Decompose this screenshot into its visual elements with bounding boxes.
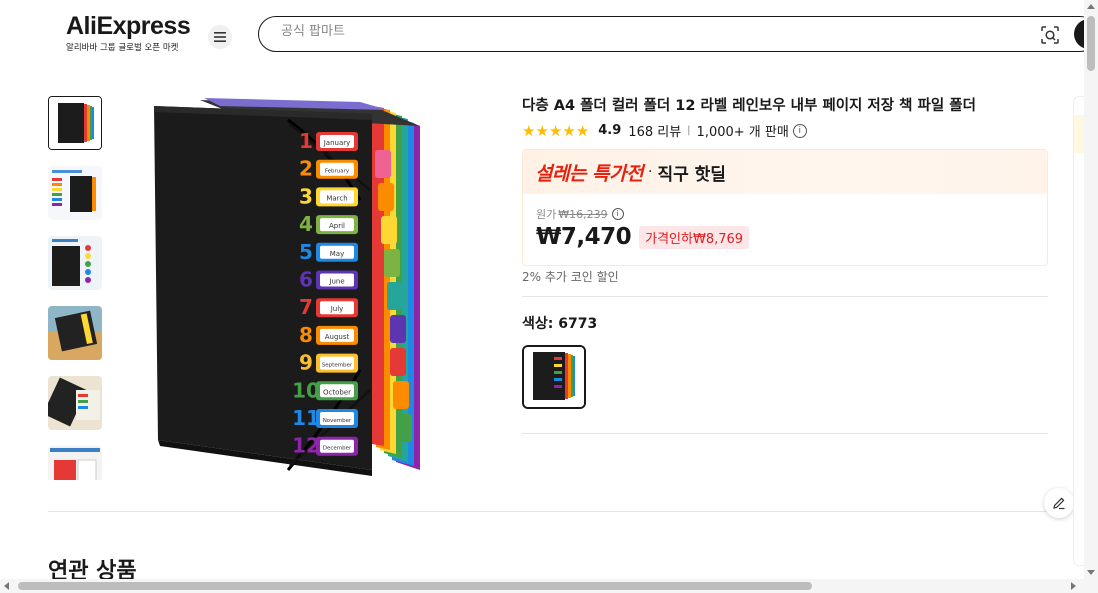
deal-banner: 설레는 특가전 · 직구 핫딜 [523, 150, 1047, 194]
month-tag: 10 October [292, 378, 358, 402]
divider [522, 433, 1048, 434]
star-icon: ★ [522, 121, 535, 140]
month-tag: 5 May [299, 240, 358, 264]
star-icon: ★ [535, 121, 548, 140]
star-icon: ★ [562, 121, 575, 140]
divider [522, 296, 1048, 297]
search-input[interactable] [281, 24, 981, 39]
review-count[interactable]: 168 리뷰 [628, 121, 681, 140]
discount-badge: 가격인하₩8,769 [639, 225, 750, 249]
divider: | [687, 125, 691, 136]
month-number: 11 [292, 406, 320, 430]
scroll-down-icon[interactable] [1087, 570, 1095, 575]
month-number: 5 [299, 240, 313, 264]
original-price-label: 원가 [536, 208, 557, 221]
star-icon: ★ [548, 121, 562, 140]
aliexpress-logo[interactable]: AliExpress 알리바바 그룹 글로벌 오픈 마켓 [66, 12, 191, 53]
month-number: 4 [299, 212, 313, 236]
original-price-row: 원가 ₩16,239 i [536, 206, 624, 222]
month-tag: 12 December [292, 434, 358, 458]
info-icon[interactable]: i [792, 123, 807, 138]
main-product-image[interactable]: 1 January 2 February 3 March 4 April 5 May 6 June 7 J… [120, 90, 480, 485]
month-label: April [329, 222, 345, 230]
rating-value: 4.9 [598, 123, 622, 138]
horizontal-scrollbar[interactable] [0, 579, 1084, 593]
month-label: June [328, 278, 344, 286]
month-number: 2 [299, 157, 313, 181]
month-tag: 1 January [299, 129, 358, 153]
star-rating: ★ ★ ★ ★ ★ [522, 123, 589, 139]
month-number: 9 [299, 351, 313, 375]
month-tag: 4 April [299, 212, 358, 236]
sold-count: 1,000+ 개 판매 [696, 125, 789, 140]
month-label: December [323, 446, 352, 452]
thumbnail-1[interactable] [48, 96, 102, 150]
logo-text: AliExpress [66, 12, 191, 40]
month-tag: 9 September [299, 351, 358, 375]
scrollbar-thumb[interactable] [1087, 16, 1095, 71]
month-label: May [330, 250, 344, 258]
month-tag: 8 August [299, 323, 358, 347]
month-number: 6 [299, 268, 313, 292]
month-label: November [323, 418, 352, 424]
scroll-up-icon[interactable] [1087, 4, 1095, 9]
month-number: 8 [299, 323, 313, 347]
deal-subtitle: 직구 핫딜 [657, 164, 726, 185]
search-bar [258, 16, 1098, 52]
month-label: January [323, 139, 351, 147]
month-tag: 11 November [292, 406, 358, 430]
menu-button[interactable] [208, 25, 232, 49]
color-option-6773[interactable] [522, 345, 586, 409]
info-icon[interactable]: i [611, 208, 624, 220]
product-title: 다층 A4 폴더 컬러 폴더 12 라벨 레인보우 내부 페이지 저장 책 파일… [522, 98, 976, 114]
month-tag: 3 March [299, 184, 358, 208]
scroll-right-icon[interactable] [1071, 582, 1076, 590]
pencil-icon [1053, 497, 1065, 510]
month-label: October [323, 388, 351, 396]
month-number: 7 [299, 295, 313, 319]
divider [48, 511, 1048, 512]
logo-subtitle: 알리바바 그룹 글로벌 오픈 마켓 [66, 43, 179, 53]
hamburger-icon [214, 32, 226, 42]
thumbnail-2[interactable] [48, 166, 102, 220]
month-label: September [322, 363, 353, 369]
month-number: 12 [292, 434, 320, 458]
thumbnail-6[interactable] [48, 446, 102, 480]
month-tag: 7 July [299, 295, 358, 319]
scroll-left-icon[interactable] [4, 582, 9, 590]
month-number: 3 [299, 184, 313, 208]
month-label: July [330, 305, 344, 313]
scrollbar-thumb[interactable] [18, 582, 812, 590]
thumbnail-3[interactable] [48, 236, 102, 290]
current-price: ₩7,470 [536, 224, 632, 250]
month-label: August [325, 333, 350, 341]
deal-name: 설레는 특가전 [535, 162, 644, 185]
price-row: ₩7,470 가격인하₩8,769 [536, 224, 750, 250]
month-tag: 2 February [299, 157, 358, 181]
product-page: AliExpress 알리바바 그룹 글로벌 오픈 마켓 공식 팝마트 1 Ja… [0, 0, 1098, 593]
edit-button[interactable] [1044, 488, 1074, 518]
thumbnail-5[interactable] [48, 376, 102, 430]
color-label: 색상: 6773 [522, 316, 598, 332]
image-search-icon[interactable] [1040, 25, 1060, 45]
rating-row: ★ ★ ★ ★ ★ 4.9 168 리뷰 | 1,000+ 개 판매 i [522, 121, 807, 140]
deal-box: 설레는 특가전 · 직구 핫딜 원가 ₩16,239 i ₩7,470 가격인하… [522, 149, 1048, 266]
star-icon: ★ [575, 121, 589, 140]
month-tag: 6 June [299, 268, 358, 292]
thumbnail-list [48, 96, 102, 480]
vertical-scrollbar[interactable] [1084, 0, 1098, 593]
month-label: March [326, 194, 347, 202]
month-number: 10 [292, 378, 320, 402]
coin-discount: 2% 추가 코인 할인 [522, 270, 619, 284]
thumbnail-4[interactable] [48, 306, 102, 360]
month-number: 1 [299, 129, 313, 153]
deal-separator: · [648, 164, 653, 180]
month-label: February [325, 169, 350, 175]
original-price: ₩16,239 [558, 207, 608, 221]
